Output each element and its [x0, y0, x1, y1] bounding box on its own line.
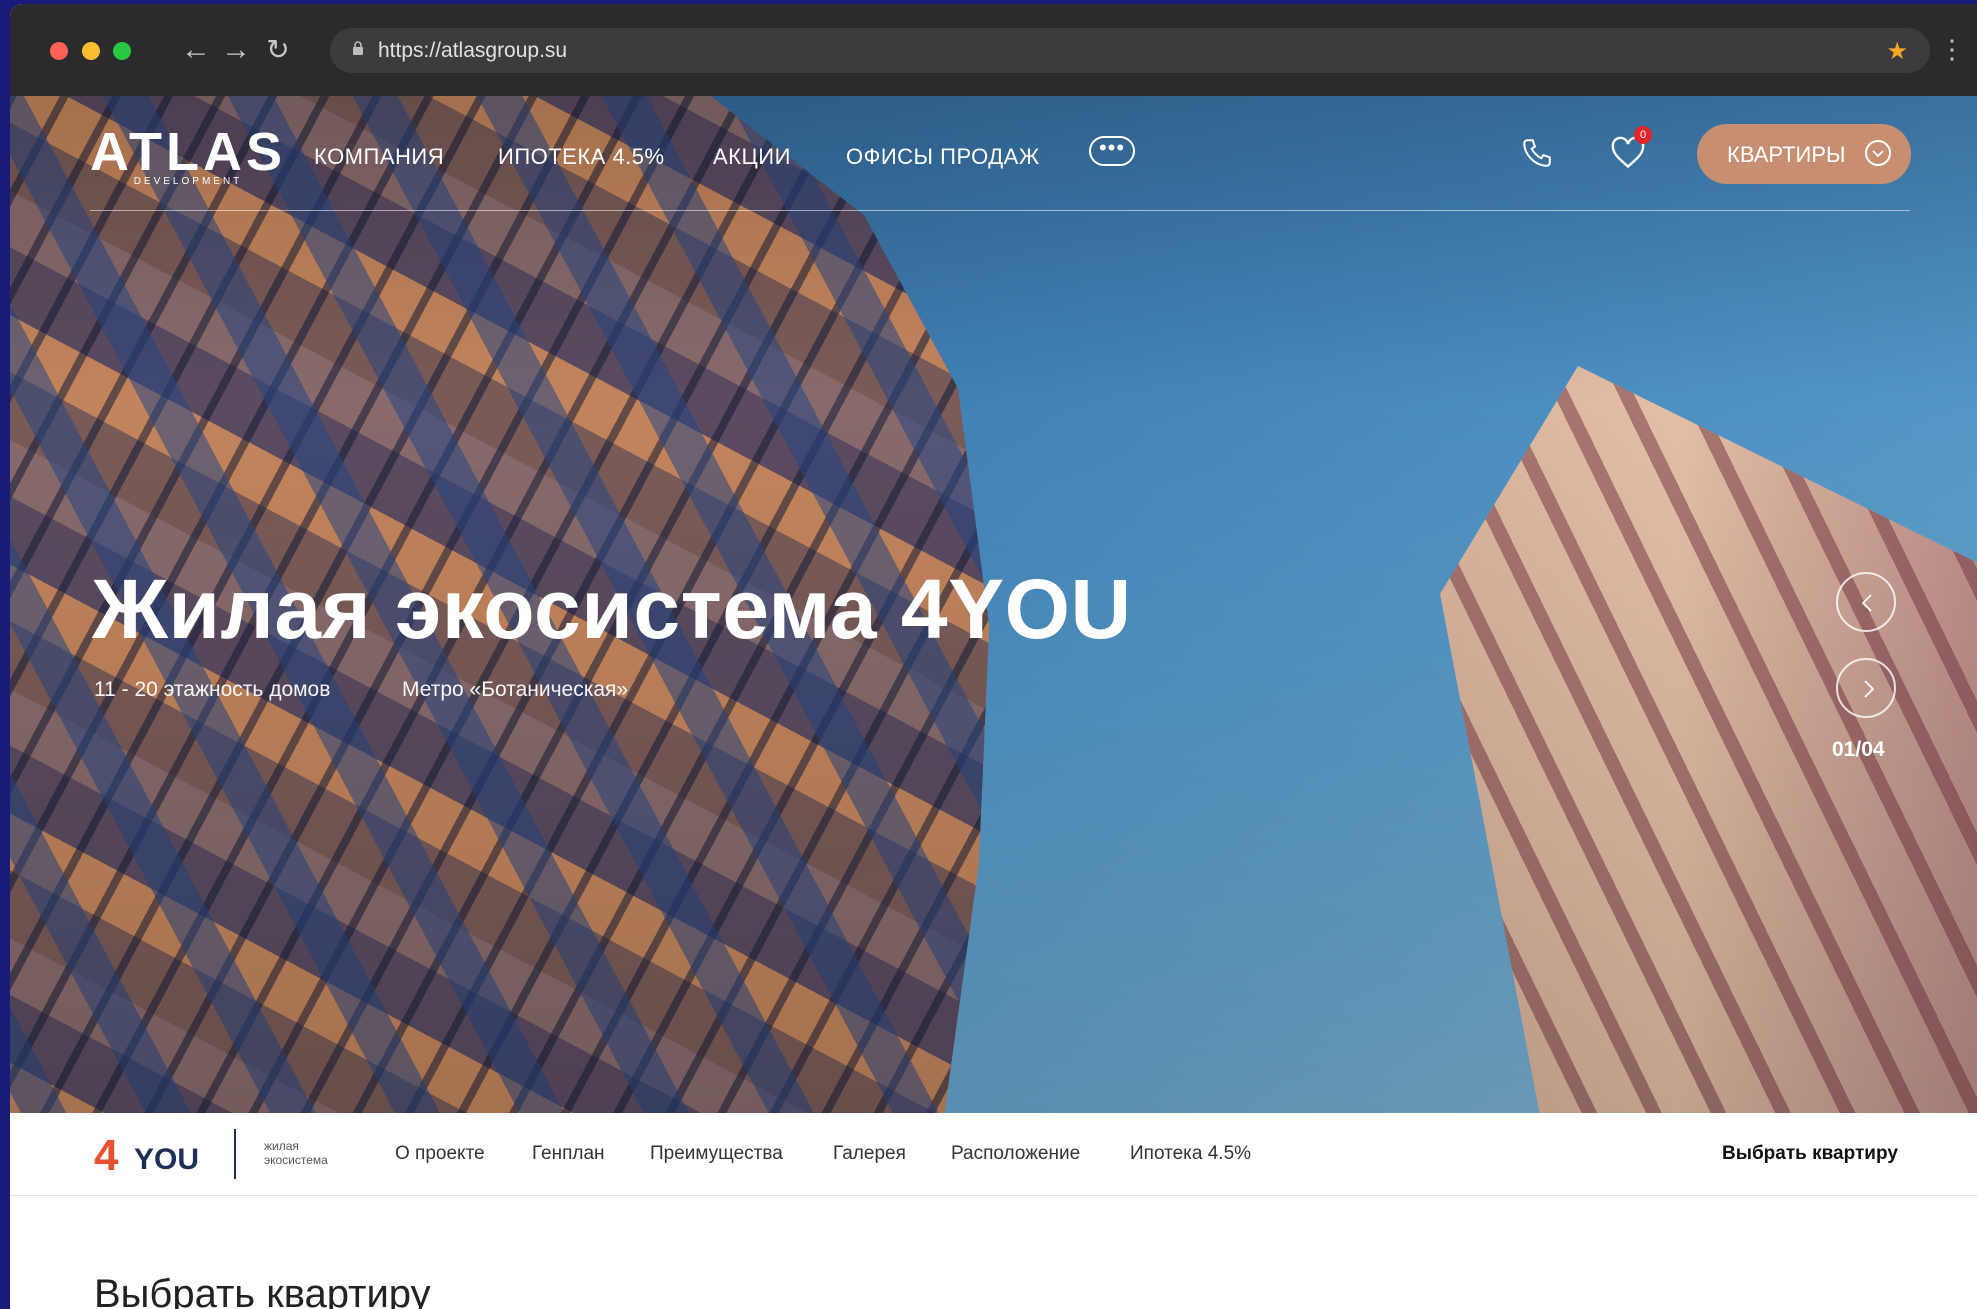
- close-window-button[interactable]: [50, 42, 68, 60]
- project-subnav: 4 YOU жилая экосистема О проекте Генплан…: [10, 1113, 1977, 1196]
- favorites-count-badge: 0: [1634, 126, 1652, 144]
- minimize-window-button[interactable]: [82, 42, 100, 60]
- subnav-masterplan[interactable]: Генплан: [532, 1143, 605, 1165]
- slide-counter: 01/04: [1832, 738, 1885, 761]
- browser-toolbar: ← → ↻ https://atlasgroup.su ★ ⋮: [10, 4, 1977, 97]
- subnav-about[interactable]: О проекте: [395, 1143, 485, 1165]
- back-arrow-icon[interactable]: ←: [178, 32, 214, 68]
- section-title: Выбрать квартиру: [94, 1272, 431, 1309]
- subnav-advantages[interactable]: Преимущества: [650, 1143, 783, 1165]
- forward-arrow-icon[interactable]: →: [218, 32, 254, 68]
- address-bar[interactable]: https://atlasgroup.su ★: [330, 28, 1930, 73]
- browser-menu-icon[interactable]: ⋮: [1939, 34, 1965, 64]
- address-url: https://atlasgroup.su: [378, 39, 568, 62]
- hero-floors: 11 - 20 этажность домов: [94, 678, 331, 701]
- site-header: ATLAS DEVELOPMENT КОМПАНИЯ ИПОТЕКА 4.5% …: [90, 96, 1911, 211]
- bookmark-star-icon[interactable]: ★: [1886, 37, 1908, 66]
- lock-icon: [353, 41, 363, 55]
- subnav-location[interactable]: Расположение: [951, 1143, 1080, 1165]
- nav-company[interactable]: КОМПАНИЯ: [314, 144, 444, 170]
- slider-prev-button[interactable]: [1836, 572, 1896, 632]
- nav-sales-offices[interactable]: ОФИСЫ ПРОДАЖ: [846, 144, 1040, 170]
- logo-divider: [234, 1129, 236, 1179]
- nav-mortgage[interactable]: ИПОТЕКА 4.5%: [498, 144, 665, 170]
- hero-title: Жилая экосистема 4YOU: [92, 562, 1132, 656]
- apartments-button-label: КВАРТИРЫ: [1727, 142, 1846, 167]
- chevron-right-icon: [1864, 680, 1875, 698]
- apartments-button[interactable]: КВАРТИРЫ: [1697, 124, 1911, 184]
- more-menu-button[interactable]: •••: [1089, 136, 1135, 166]
- project-tagline: жилая экосистема: [264, 1139, 328, 1167]
- browser-window: ← → ↻ https://atlasgroup.su ★ ⋮ ATLAS DE…: [10, 4, 1977, 1309]
- project-logo-word[interactable]: YOU: [134, 1143, 199, 1177]
- nav-promotions[interactable]: АКЦИИ: [713, 144, 791, 170]
- project-logo-number[interactable]: 4: [94, 1131, 118, 1181]
- zoom-window-button[interactable]: [113, 42, 131, 60]
- subnav-gallery[interactable]: Галерея: [833, 1143, 906, 1165]
- slider-next-button[interactable]: [1836, 658, 1896, 718]
- logo-word: ATLAS: [90, 122, 286, 182]
- chevron-down-icon: [1865, 140, 1891, 166]
- phone-icon[interactable]: [1520, 136, 1554, 170]
- hero-slider: ATLAS DEVELOPMENT КОМПАНИЯ ИПОТЕКА 4.5% …: [10, 96, 1977, 1113]
- header-divider: [90, 210, 1910, 211]
- chevron-left-icon: [1861, 594, 1872, 612]
- atlas-logo[interactable]: ATLAS DEVELOPMENT: [90, 122, 286, 187]
- subnav-mortgage[interactable]: Ипотека 4.5%: [1130, 1143, 1251, 1165]
- choose-apartment-link[interactable]: Выбрать квартиру: [1722, 1143, 1898, 1165]
- reload-icon[interactable]: ↻: [260, 32, 296, 68]
- hero-metro: Метро «Ботаническая»: [402, 678, 629, 701]
